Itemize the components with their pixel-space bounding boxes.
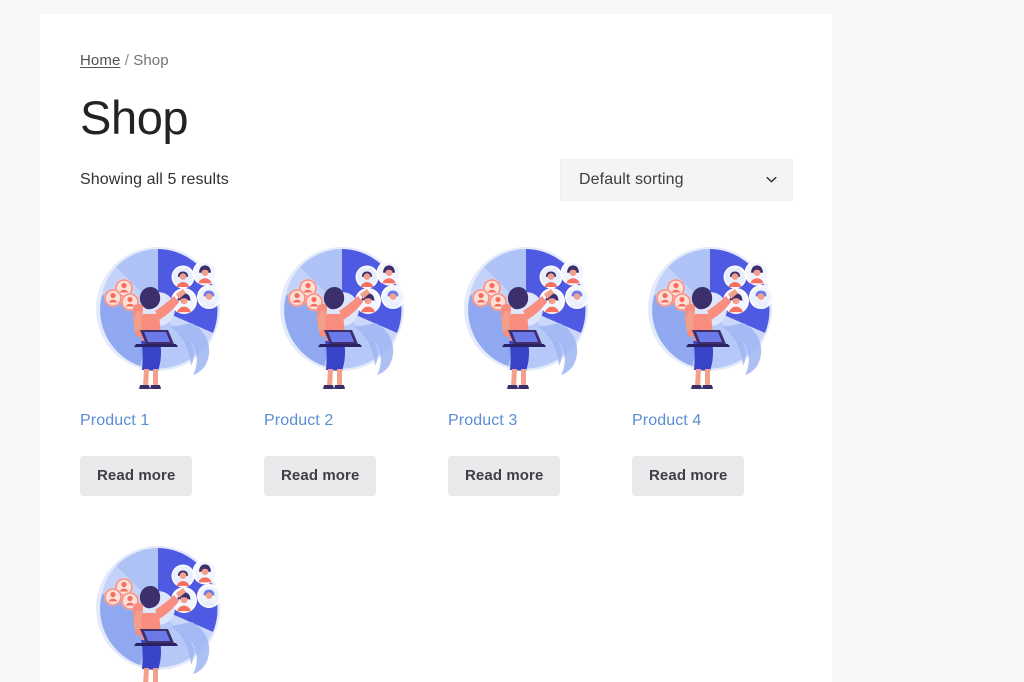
sorting-select[interactable]: Default sorting xyxy=(560,158,793,201)
product-card[interactable]: Product 5 Read more xyxy=(80,534,240,682)
chevron-down-icon xyxy=(765,173,778,186)
product-card[interactable]: Product 1 Read more xyxy=(80,235,240,496)
product-title[interactable]: Product 3 xyxy=(448,411,608,432)
read-more-button[interactable]: Read more xyxy=(80,455,193,496)
read-more-button[interactable]: Read more xyxy=(632,455,745,496)
product-image[interactable] xyxy=(264,235,424,393)
product-card[interactable]: Product 2 Read more xyxy=(264,235,424,496)
content-inner: Home / Shop Shop Showing all 5 results D… xyxy=(80,50,793,682)
result-count: Showing all 5 results xyxy=(80,170,229,188)
product-image[interactable] xyxy=(80,235,240,393)
page-title: Shop xyxy=(80,91,189,144)
product-title[interactable]: Product 2 xyxy=(264,411,424,432)
breadcrumb-separator: / xyxy=(120,52,134,69)
product-image[interactable] xyxy=(80,534,240,682)
breadcrumb: Home / Shop xyxy=(80,50,792,71)
sorting-select-value: Default sorting xyxy=(579,170,684,188)
product-card[interactable]: Product 3 Read more xyxy=(448,235,608,496)
product-grid: Product 1 Read more Product 2 Read more … xyxy=(80,235,792,682)
breadcrumb-link-home[interactable]: Home xyxy=(80,52,120,69)
product-image[interactable] xyxy=(448,235,608,393)
shop-toolbar: Showing all 5 results Default sorting xyxy=(80,158,793,221)
content-card: Home / Shop Shop Showing all 5 results D… xyxy=(40,14,832,682)
page-root: Home / Shop Shop Showing all 5 results D… xyxy=(0,0,1024,682)
read-more-button[interactable]: Read more xyxy=(264,455,377,496)
product-title[interactable]: Product 4 xyxy=(632,411,792,432)
product-image[interactable] xyxy=(632,235,792,393)
product-card[interactable]: Product 4 Read more xyxy=(632,235,792,496)
breadcrumb-current: Shop xyxy=(133,52,169,69)
product-title[interactable]: Product 1 xyxy=(80,411,240,432)
read-more-button[interactable]: Read more xyxy=(448,455,561,496)
